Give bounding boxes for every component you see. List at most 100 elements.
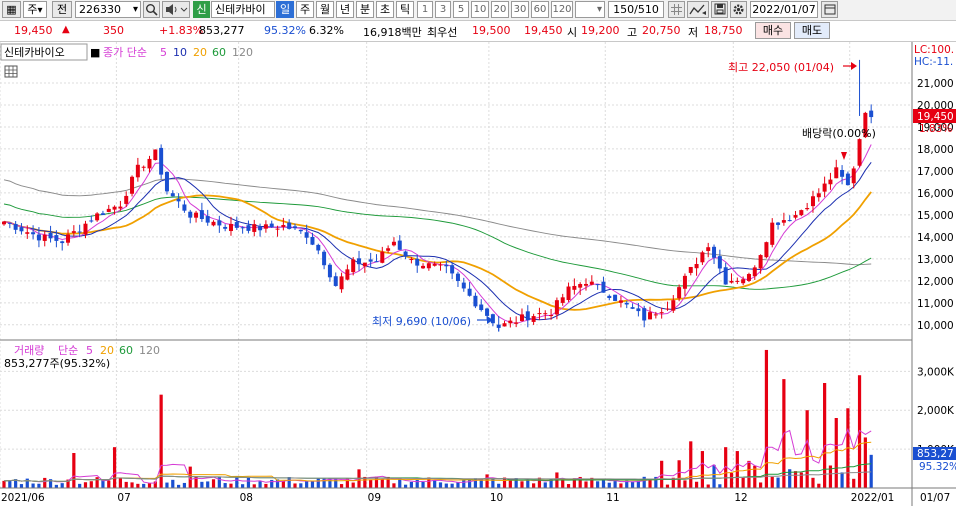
volume-bar — [747, 460, 751, 488]
volume-bar — [241, 484, 245, 488]
volume-axis-labels: 3,000K2,000K1,000K — [917, 366, 955, 456]
candle-body — [281, 225, 286, 227]
volume-bar — [95, 477, 99, 488]
interval-30-button[interactable]: 30 — [511, 1, 529, 18]
price-axis-label: 13,000 — [917, 254, 954, 266]
low-label: 저 — [688, 26, 699, 39]
volume-bar — [200, 481, 204, 488]
candle-body — [840, 169, 845, 177]
settings-gear-icon[interactable] — [730, 1, 747, 18]
data-count-field[interactable]: 150/510 — [608, 1, 664, 18]
price-change-pct: +1.83% — [159, 24, 204, 37]
volume-bar — [852, 478, 856, 488]
candle-body — [106, 208, 111, 212]
candle-body — [25, 232, 30, 234]
volume-bar — [811, 477, 815, 488]
candle-body — [752, 267, 757, 277]
quote-bar: 19,450 ▲ 350 +1.83% 853,277 95.32% 6.32%… — [0, 21, 956, 42]
interval-10-button[interactable]: 10 — [471, 1, 489, 18]
legend-ma20: 20 — [193, 46, 207, 59]
speaker-icon[interactable] — [162, 1, 190, 18]
volume-bar — [601, 479, 606, 488]
volume-bar — [124, 481, 128, 488]
candle-body — [793, 215, 798, 218]
interval-3-button[interactable]: 3 — [435, 1, 451, 18]
candle-body — [327, 264, 332, 278]
volume-bar — [438, 482, 443, 488]
hc-label: HC:-11. — [914, 56, 953, 68]
interval-60-button[interactable]: 60 — [531, 1, 549, 18]
candle-body — [665, 308, 670, 310]
candle-body — [869, 110, 874, 118]
stock-name-field[interactable]: 신테카바이 — [211, 1, 275, 18]
chart-trend-icon[interactable] — [687, 1, 709, 18]
stock-code-input[interactable]: 226330 ▾ — [75, 1, 141, 18]
period-day-button[interactable]: 일 — [276, 1, 294, 18]
ma10-line — [3, 162, 872, 321]
period-week-button[interactable]: 주 — [296, 1, 314, 18]
interval-5-button[interactable]: 5 — [453, 1, 469, 18]
volume-bar — [712, 464, 716, 488]
date-input[interactable]: 2022/01/07 — [750, 1, 818, 18]
sell-button[interactable]: 매도 — [794, 22, 830, 39]
candle-body — [549, 315, 554, 317]
current-pct-label: 1.83% — [919, 123, 952, 135]
candle-body — [298, 229, 303, 232]
legend-vol-ma20: 20 — [100, 344, 114, 357]
period-minute-button[interactable]: 분 — [356, 1, 374, 18]
volume-bar — [834, 418, 838, 488]
volume-bars — [2, 349, 873, 488]
current-price-tag-value: 19,450 — [917, 111, 954, 123]
candle-body — [147, 158, 152, 169]
menu-grid-icon[interactable]: ▦ — [2, 1, 21, 18]
buy-button[interactable]: 매수 — [755, 22, 791, 39]
volume-ma-lines — [3, 427, 872, 484]
period-second-button[interactable]: 초 — [376, 1, 394, 18]
interval-1-button[interactable]: 1 — [417, 1, 433, 18]
legend-vol-ma60: 60 — [119, 344, 133, 357]
interval-20-button[interactable]: 20 — [491, 1, 509, 18]
high-arrow-icon — [851, 62, 857, 70]
save-icon[interactable] — [711, 1, 728, 18]
candle-body — [397, 240, 402, 250]
candle-body — [543, 313, 548, 315]
grid-view-icon[interactable] — [668, 1, 685, 18]
search-icon[interactable] — [143, 1, 160, 18]
price-volume-chart[interactable]: 신테카바이오 ■ 종가 단순 5 10 20 60 120 거래량 단순 5 2… — [0, 42, 956, 506]
candle-body — [682, 275, 687, 289]
period-month-button[interactable]: 월 — [316, 1, 334, 18]
volume-bar — [689, 441, 693, 488]
period-tick-button[interactable]: 틱 — [396, 1, 414, 18]
legend-vol-ma5: 5 — [86, 344, 93, 357]
interval-120-button[interactable]: 120 — [551, 1, 573, 18]
volume-bar — [258, 481, 262, 488]
candle-body — [205, 216, 210, 223]
volume-bar — [462, 479, 466, 488]
candle-body — [7, 222, 12, 224]
candle-body — [618, 300, 623, 303]
candle-body — [391, 241, 396, 246]
candle-body — [636, 308, 641, 312]
period-year-button[interactable]: 년 — [336, 1, 354, 18]
candle-body — [787, 220, 792, 222]
volume-bar — [72, 453, 76, 488]
candle-body — [723, 267, 728, 285]
previous-button[interactable]: 전 — [52, 1, 72, 18]
volume-bar — [380, 479, 384, 488]
volume-bar — [607, 482, 611, 488]
candle-body — [525, 311, 530, 321]
candle-body — [310, 236, 315, 245]
vol-ma5-line — [3, 427, 872, 484]
market-type-select[interactable]: 주▾ — [23, 1, 47, 18]
candle-body — [438, 264, 443, 266]
price-axis-label: 11,000 — [917, 298, 954, 310]
custom-interval-select[interactable]: ▾ — [575, 1, 605, 18]
calendar-icon[interactable] — [821, 1, 838, 18]
candle-body — [31, 232, 36, 235]
candle-body — [799, 210, 804, 216]
volume-value-label: 853,277주(95.32%) — [4, 357, 110, 370]
chart-area[interactable]: 신테카바이오 ■ 종가 단순 5 10 20 60 120 거래량 단순 5 2… — [0, 42, 956, 506]
candle-body — [118, 206, 123, 209]
candle-body — [845, 173, 850, 186]
toolbar: ▦ 주▾ 전 226330 ▾ 신 신테카바이 일 주 월 년 분 초 틱 1 3… — [0, 0, 956, 21]
